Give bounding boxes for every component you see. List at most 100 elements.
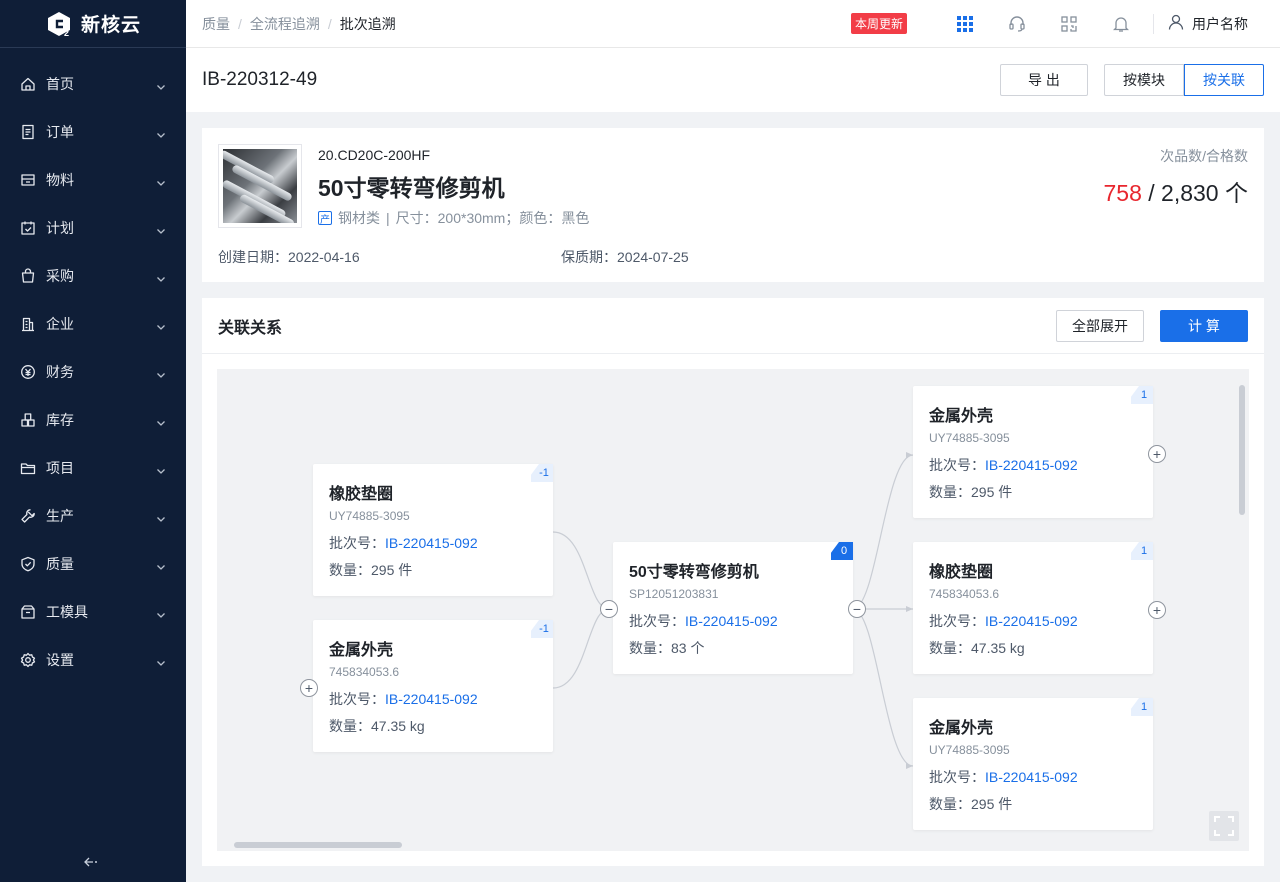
sidebar-item-label: 企业 (46, 316, 74, 332)
node-qty: 47.35 kg (371, 718, 425, 734)
sidebar-item[interactable]: 设置 (0, 636, 186, 684)
node-qty-row: 数量：295 件 (329, 560, 537, 580)
node-level-badge: 1 (1131, 542, 1153, 560)
sidebar-item[interactable]: 项目 (0, 444, 186, 492)
vertical-scrollbar[interactable] (1239, 385, 1245, 515)
sidebar-item[interactable]: 生产 (0, 492, 186, 540)
qrcode-icon[interactable] (1043, 0, 1095, 48)
headset-icon[interactable] (991, 0, 1043, 48)
graph-node[interactable]: 0 50寸零转弯修剪机 SP12051203831 批次号：IB-220415-092… (613, 542, 853, 674)
batch-label: 批次号： (929, 457, 985, 473)
node-level-badge: -1 (531, 464, 553, 482)
chevron-down-icon (156, 319, 166, 330)
node-qty-row: 数量：295 件 (929, 794, 1137, 814)
qty-label: 数量： (629, 640, 671, 656)
qty-label: 数量： (929, 796, 971, 812)
sidebar-item[interactable]: 工模具 (0, 588, 186, 636)
node-batch-row: 批次号：IB-220415-092 (329, 689, 537, 709)
node-name: 橡胶垫圈 (329, 486, 394, 503)
sidebar-item[interactable]: 质量 (0, 540, 186, 588)
graph-node[interactable]: -1 金属外壳 745834053.6 批次号：IB-220415-092 数量：47.… (313, 620, 553, 752)
breadcrumb-item-trace[interactable]: 全流程追溯 (250, 14, 320, 34)
chevron-down-icon (156, 223, 166, 234)
sidebar-item[interactable]: 首页 (0, 60, 186, 108)
brand-logo[interactable]: 2 新核云 (0, 0, 186, 48)
bell-icon[interactable] (1095, 0, 1147, 48)
ratio-separator: / (1141, 180, 1162, 206)
brand-name: 新核云 (80, 15, 141, 36)
node-level-badge: 1 (1131, 386, 1153, 404)
expand-all-button[interactable]: 全部展开 (1056, 309, 1144, 342)
product-category: 钢材类 (338, 210, 380, 226)
sidebar-item-label: 订单 (46, 124, 74, 140)
chevron-down-icon (156, 559, 166, 570)
breadcrumb-item-quality[interactable]: 质量 (202, 14, 230, 34)
relation-graph[interactable]: -1 橡胶垫圈 UY74885-3095 批次号：IB-220415-092 数量：29… (217, 369, 1249, 851)
edge-arrow (906, 763, 913, 769)
expand-toggle-icon[interactable]: + (1148, 601, 1166, 619)
sidebar-item[interactable]: 采购 (0, 252, 186, 300)
quality-icon (20, 556, 36, 572)
home-icon (20, 76, 36, 92)
collapse-sidebar-icon[interactable] (84, 854, 98, 870)
compute-button[interactable]: 计 算 (1160, 309, 1248, 342)
node-batch-link[interactable]: IB-220415-092 (985, 457, 1078, 473)
graph-node[interactable]: -1 橡胶垫圈 UY74885-3095 批次号：IB-220415-092 数量：29… (313, 464, 553, 596)
node-batch-link[interactable]: IB-220415-092 (985, 613, 1078, 629)
batch-label: 批次号： (929, 613, 985, 629)
edge (852, 608, 914, 767)
fullscreen-icon[interactable] (1209, 811, 1239, 841)
user-icon (1168, 14, 1184, 33)
graph-node[interactable]: 1 金属外壳 UY74885-3095 批次号：IB-220415-092 数量：295… (913, 386, 1153, 518)
graph-node[interactable]: 1 橡胶垫圈 745834053.6 批次号：IB-220415-092 数量：47.3… (913, 542, 1153, 674)
sidebar-item[interactable]: 库存 (0, 396, 186, 444)
sidebar-item-label: 财务 (46, 364, 74, 380)
node-qty: 295 件 (971, 796, 1013, 812)
graph-node[interactable]: 1 金属外壳 UY74885-3095 批次号：IB-220415-092 数量：295… (913, 698, 1153, 830)
sidebar-item-label: 工模具 (46, 604, 88, 620)
expand-toggle-icon[interactable]: + (300, 679, 318, 697)
relation-title: 关联关系 (218, 319, 283, 337)
export-button[interactable]: 导 出 (1000, 64, 1088, 96)
qty-label: 数量： (329, 718, 371, 734)
view-by-relation-button[interactable]: 按关联 (1184, 64, 1264, 96)
order-icon (20, 124, 36, 140)
sidebar-item-label: 计划 (46, 220, 74, 236)
sidebar-item-label: 质量 (46, 556, 74, 572)
node-batch-row: 批次号：IB-220415-092 (929, 767, 1137, 787)
qty-label: 数量： (929, 484, 971, 500)
expiry-date: 保质期：2024-07-25 (561, 249, 689, 265)
topbar: 质量 / 全流程追溯 / 批次追溯 本周更新 用户名称 (186, 0, 1280, 48)
node-batch-row: 批次号：IB-220415-092 (629, 611, 837, 631)
chevron-down-icon (156, 367, 166, 378)
collapse-toggle-icon[interactable]: − (848, 600, 866, 618)
topbar-divider (1153, 13, 1154, 34)
node-batch-link[interactable]: IB-220415-092 (385, 691, 478, 707)
sidebar-item[interactable]: 订单 (0, 108, 186, 156)
user-menu[interactable]: 用户名称 (1160, 14, 1280, 34)
node-batch-link[interactable]: IB-220415-092 (985, 769, 1078, 785)
node-batch-row: 批次号：IB-220415-092 (929, 611, 1137, 631)
relation-card: 关联关系 全部展开 计 算 -1 橡胶垫圈 UY74885-3095 批次号：IB-2… (202, 298, 1264, 866)
collapse-toggle-icon[interactable]: − (600, 600, 618, 618)
sidebar-item[interactable]: 物料 (0, 156, 186, 204)
chevron-down-icon (156, 415, 166, 426)
chevron-down-icon (156, 463, 166, 474)
apps-grid-icon[interactable] (939, 0, 991, 48)
node-qty: 47.35 kg (971, 640, 1025, 656)
expand-toggle-icon[interactable]: + (1148, 445, 1166, 463)
chevron-down-icon (156, 79, 166, 90)
horizontal-scrollbar[interactable] (234, 842, 402, 848)
view-by-module-button[interactable]: 按模块 (1104, 64, 1184, 96)
sidebar-item[interactable]: 财务 (0, 348, 186, 396)
node-batch-link[interactable]: IB-220415-092 (685, 613, 778, 629)
node-name: 金属外壳 (929, 720, 994, 737)
node-batch-link[interactable]: IB-220415-092 (385, 535, 478, 551)
defect-ratio-label: 次品数/合格数 (1160, 148, 1248, 164)
update-badge[interactable]: 本周更新 (850, 13, 907, 34)
sidebar-item[interactable]: 计划 (0, 204, 186, 252)
node-code: UY74885-3095 (329, 509, 410, 523)
project-icon (20, 460, 36, 476)
sidebar-item[interactable]: 企业 (0, 300, 186, 348)
defect-ratio: 758 / 2,830 个 (1104, 174, 1249, 208)
